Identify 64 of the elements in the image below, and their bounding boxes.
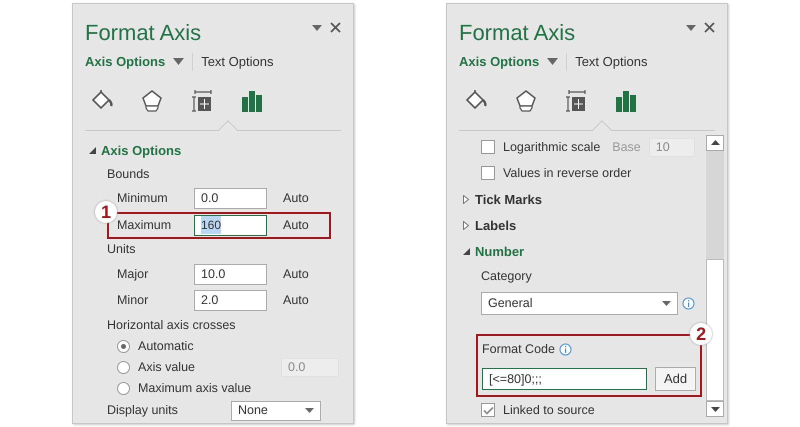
radio-button[interactable]	[117, 382, 130, 395]
field-label: Base	[612, 139, 641, 156]
close-icon[interactable]	[330, 22, 341, 33]
number-field[interactable]: 10.0	[194, 264, 267, 285]
field-label: Minimum	[117, 190, 169, 208]
group-label: Category	[481, 268, 532, 285]
number-field[interactable]: 2.0	[194, 290, 267, 312]
pentagon-icon[interactable]	[139, 88, 165, 114]
caret-icon	[662, 300, 671, 306]
checkbox-label: Linked to source	[503, 402, 595, 419]
close-icon[interactable]	[704, 22, 715, 33]
tab[interactable]: Text Options	[575, 52, 648, 72]
radio-button[interactable]	[117, 360, 130, 374]
panel-title: Format Axis	[459, 22, 576, 44]
section-header[interactable]: Tick Marks	[475, 190, 542, 210]
group-label: Bounds	[107, 166, 150, 183]
pentagon-icon[interactable]	[513, 88, 539, 114]
checkbox[interactable]	[481, 166, 495, 180]
caret-icon	[173, 58, 184, 66]
field-label: Major	[117, 266, 150, 283]
field-label: Maximum	[117, 216, 172, 234]
tab[interactable]: Axis Options	[459, 52, 558, 72]
add-button[interactable]: Add	[655, 367, 696, 392]
dropdown-caret-icon[interactable]	[312, 24, 322, 30]
field-label: Format Code	[482, 341, 555, 358]
auto-label: Auto	[283, 216, 309, 234]
tab[interactable]: Text Options	[201, 52, 274, 72]
info-icon	[558, 343, 572, 356]
caret-icon	[547, 58, 558, 66]
text-field[interactable]: [<=80]0;;;	[482, 368, 647, 390]
auto-label: Auto	[283, 292, 309, 310]
radio-label: Automatic	[138, 338, 194, 356]
caret-up-icon	[710, 140, 720, 145]
scroll-down-button[interactable]	[706, 401, 724, 417]
section-header[interactable]: Number	[475, 242, 524, 262]
tab[interactable]: Axis Options	[85, 52, 184, 72]
radio-label: Axis value	[138, 359, 196, 376]
step-badge: 2	[690, 323, 712, 346]
checkbox[interactable]	[481, 403, 495, 418]
number-field[interactable]: 0.0	[194, 188, 267, 210]
field-label: Display units	[107, 402, 179, 420]
group-label: Units	[107, 241, 136, 258]
scroll-up-button[interactable]	[706, 134, 724, 150]
caret-down-icon	[710, 406, 720, 412]
scroll-thumb[interactable]	[706, 258, 724, 401]
caret-icon	[305, 408, 314, 414]
checkbox[interactable]	[481, 140, 495, 154]
panel-title: Format Axis	[85, 22, 202, 44]
dropdown[interactable]: General	[481, 292, 678, 315]
section-header[interactable]: Labels	[475, 216, 516, 236]
step-badge: 1	[95, 200, 117, 223]
radio-label: Maximum axis value	[138, 380, 252, 397]
group-label: Horizontal axis crosses	[107, 316, 236, 334]
scrollbar[interactable]	[706, 134, 724, 417]
auto-label: Auto	[283, 266, 309, 283]
radio-button[interactable]	[117, 340, 130, 354]
auto-label: Auto	[283, 190, 309, 208]
dropdown-caret-icon[interactable]	[686, 24, 696, 30]
checkbox-label: Logarithmic scale	[503, 139, 600, 156]
section-header[interactable]: Axis Options	[101, 140, 182, 160]
number-field[interactable]: 160	[194, 214, 267, 236]
checkbox-label: Values in reverse order	[503, 165, 632, 182]
field-label: Minor	[117, 292, 150, 310]
dropdown[interactable]: None	[231, 400, 321, 421]
